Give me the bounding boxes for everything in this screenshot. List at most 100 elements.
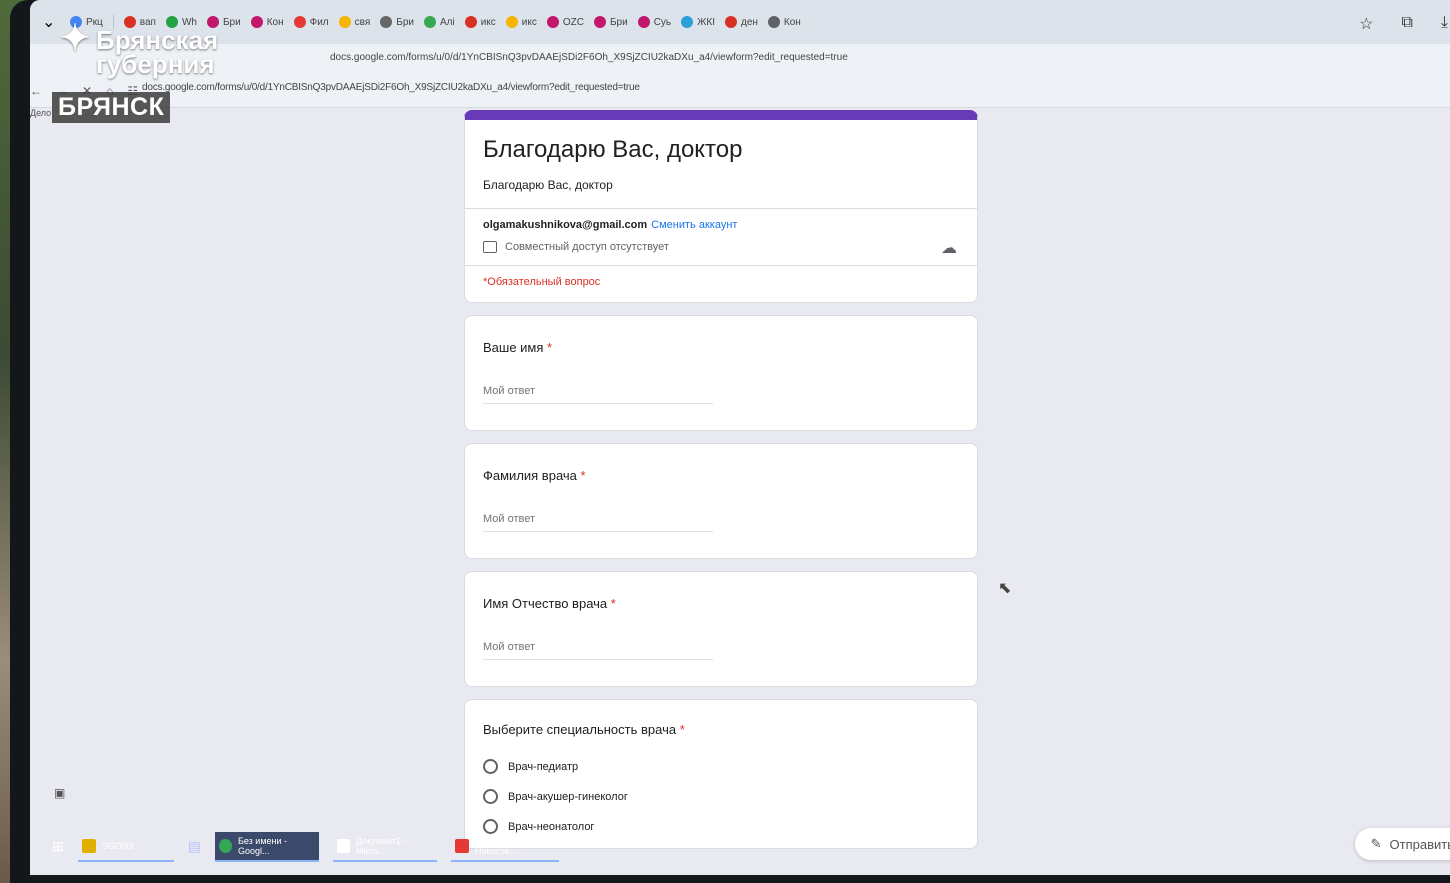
question-label-text: Фамилия врача [483,468,577,483]
bookmark-item[interactable]: Дело [30,108,51,118]
tab-item[interactable]: OZC [546,16,584,28]
tab-label: Бри [396,16,414,28]
radio-circle-icon[interactable] [483,789,498,804]
radio-option[interactable]: Врач-педиатр [483,759,959,774]
taskbar-item-label: Документ1 - Micro... [356,835,407,856]
question-label: Фамилия врача * [483,468,959,483]
feedback-icon[interactable]: ▣ [54,786,65,800]
monitor-bezel: ⌄ Ркц вап Wh Бри Кон Фил свя Бри Алі икс… [10,0,1450,883]
question-label-text: Имя Отчество врача [483,596,608,611]
question-label-text: Ваше имя [483,340,544,355]
tab-item[interactable]: свя [338,16,371,28]
tab-favicon-icon [338,16,351,28]
tab-favicon-icon [681,16,694,28]
form-description: Благодарю Вас, доктор [483,178,613,192]
tab-favicon-icon [546,16,559,28]
send-button-label: Отправить [1389,836,1450,852]
pencil-icon: ✎ [1370,836,1382,851]
required-note: *Обязательный вопрос [483,276,601,288]
folder-icon [81,838,96,853]
taskbar-item[interactable]: SGON3 [77,832,174,862]
form-title: Благодарю Вас, доктор [483,136,743,163]
logo-star-icon: ✦ [60,17,91,58]
app-icon [454,838,469,853]
send-button[interactable]: ✎ Отправить [1354,828,1450,860]
divider [465,265,977,266]
tab-label: Суь [653,16,672,28]
tab-label: Бри [609,16,628,28]
taskbar-item[interactable]: Без имени - Googl... [214,831,319,862]
save-disk-icon[interactable]: ▤ [188,838,201,855]
taskbar-item-label: Без имени - Googl... [237,835,288,856]
form-header-card: Благодарю Вас, доктор Благодарю Вас, док… [464,110,978,303]
word-document-icon [336,838,351,853]
question-label: Имя Отчество врача * [483,596,959,611]
tab-label: Кон [783,16,801,28]
tab-item[interactable]: Бри [593,16,628,28]
address-bar-text[interactable]: docs.google.com/forms/u/0/d/1YnCBISnQ3pv… [330,52,848,63]
brand-logo: ✦ Брянская губерния [60,20,218,78]
tab-favicon-icon [724,16,737,28]
required-star: * [679,722,685,737]
tab-item[interactable]: ЖКІ [681,16,715,28]
address-toolbar: docs.google.com/forms/u/0/d/1YnCBISnQ3pv… [30,44,1450,108]
tab-item[interactable]: икс [464,16,496,28]
url-text[interactable]: docs.google.com/forms/u/0/d/1YnCBISnQ3pv… [142,82,640,93]
chrome-icon [218,838,232,853]
tab-label: икс [521,16,537,28]
divider [465,208,977,209]
download-icon[interactable]: ⤓ [1441,14,1448,34]
tab-item[interactable]: Кон [250,16,284,28]
tab-item[interactable]: Суь [637,16,672,28]
extensions-icon[interactable]: ⧉ [1401,14,1412,34]
tab-item[interactable]: Алі [423,16,455,28]
switch-account-link[interactable]: Сменить аккаунт [651,219,737,231]
tab-item[interactable]: Бри [380,16,414,28]
answer-input[interactable]: Мой ответ [483,385,713,404]
tab-favicon-icon [767,16,780,28]
tab-label: икс [480,16,496,28]
answer-input[interactable]: Мой ответ [483,513,713,532]
account-row: olgamakushnikova@gmail.com Сменить аккау… [483,219,959,231]
tab-favicon-icon [293,16,306,28]
tab-label: Бри [222,16,241,28]
question-label: Ваше имя * [483,340,959,355]
tab-favicon-icon [380,16,393,28]
radio-option-label: Врач-педиатр [508,760,579,773]
tab-label: свя [354,16,371,28]
question-card: Имя Отчество врача * Мой ответ [464,571,978,687]
taskbar: ⊞ SGON3 ▤ Без имени - Googl... Документ1… [30,818,630,875]
tab-favicon-icon [464,16,477,28]
tab-favicon-icon [250,16,263,28]
tab-item[interactable]: икс [505,16,537,28]
bookmark-star-icon[interactable]: ☆ [1359,14,1373,34]
tab-label: ЖКІ [697,16,715,28]
tab-label: ден [740,16,758,28]
radio-option[interactable]: Врач-акушер-гинеколог [483,789,959,804]
radio-circle-icon[interactable] [483,759,498,774]
tab-favicon-icon [505,16,518,28]
tab-item[interactable]: Фил [293,16,329,28]
windows-start-icon[interactable]: ⊞ [52,838,64,855]
tab-favicon-icon [423,16,436,28]
question-label: Выберите специальность врача * [483,722,959,737]
question-card: Фамилия врача * Мой ответ [464,443,978,559]
tab-label: Кон [266,16,284,28]
google-form: Благодарю Вас, доктор Благодарю Вас, док… [464,110,978,861]
share-status-row: Совместный доступ отсутствует [483,241,959,253]
city-badge: БРЯНСК [52,92,171,123]
screen: ⌄ Ркц вап Wh Бри Кон Фил свя Бри Алі икс… [30,0,1450,875]
account-email: olgamakushnikova@gmail.com [483,219,648,231]
tab-favicon-icon [593,16,606,28]
chevron-down-icon[interactable]: ⌄ [42,12,60,32]
tab-favicon-icon [637,16,650,28]
taskbar-item-label: SGON3 [101,840,134,851]
back-icon[interactable]: ← [30,84,42,98]
no-share-icon [483,241,497,253]
answer-input[interactable]: Мой ответ [483,641,713,660]
question-card: Ваше имя * Мой ответ [464,315,978,431]
taskbar-item[interactable]: Фабрика Новосте... [450,832,559,862]
taskbar-item[interactable]: Документ1 - Micro... [332,832,437,862]
tab-item[interactable]: ден [724,16,758,28]
tab-item[interactable]: Кон [767,16,801,28]
